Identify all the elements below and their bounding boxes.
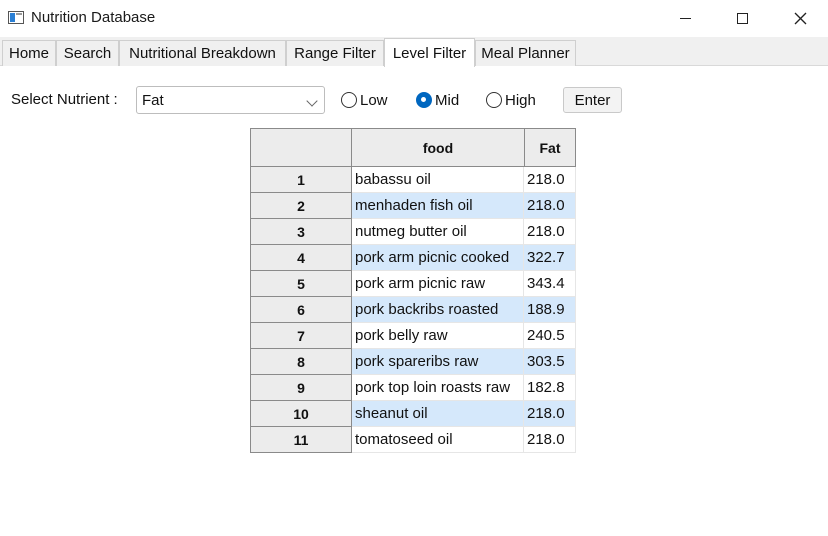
value-cell[interactable]: 303.5 bbox=[524, 349, 576, 375]
row-index-cell: 8 bbox=[250, 349, 352, 375]
nutrient-dropdown[interactable]: Fat bbox=[136, 86, 325, 114]
food-cell[interactable]: pork arm picnic raw bbox=[352, 271, 524, 297]
app-window-icon bbox=[8, 11, 24, 24]
food-cell[interactable]: sheanut oil bbox=[352, 401, 524, 427]
value-cell[interactable]: 218.0 bbox=[524, 427, 576, 453]
maximize-button[interactable] bbox=[713, 0, 771, 37]
radio-high[interactable]: High bbox=[486, 90, 536, 110]
food-cell[interactable]: nutmeg butter oil bbox=[352, 219, 524, 245]
value-cell[interactable]: 240.5 bbox=[524, 323, 576, 349]
radio-high-label: High bbox=[505, 91, 536, 109]
table-row[interactable]: 5 pork arm picnic raw 343.4 bbox=[250, 271, 576, 297]
table-row[interactable]: 7 pork belly raw 240.5 bbox=[250, 323, 576, 349]
row-index-cell: 6 bbox=[250, 297, 352, 323]
value-cell[interactable]: 218.0 bbox=[524, 193, 576, 219]
row-index-cell: 7 bbox=[250, 323, 352, 349]
title-bar: Nutrition Database bbox=[0, 0, 828, 37]
close-icon bbox=[794, 12, 806, 25]
close-button[interactable] bbox=[771, 0, 828, 37]
food-cell[interactable]: menhaden fish oil bbox=[352, 193, 524, 219]
value-cell[interactable]: 322.7 bbox=[524, 245, 576, 271]
tab-nutritional-breakdown[interactable]: Nutritional Breakdown bbox=[119, 40, 286, 66]
row-index-cell: 4 bbox=[250, 245, 352, 271]
column-header-value[interactable]: Fat bbox=[524, 128, 576, 167]
table-row[interactable]: 1 babassu oil 218.0 bbox=[250, 167, 576, 193]
radio-circle-icon bbox=[416, 92, 432, 108]
table-row[interactable]: 8 pork spareribs raw 303.5 bbox=[250, 349, 576, 375]
tab-level-filter[interactable]: Level Filter bbox=[384, 38, 475, 67]
tab-meal-planner[interactable]: Meal Planner bbox=[475, 40, 576, 66]
radio-low-label: Low bbox=[360, 91, 388, 109]
table-row[interactable]: 9 pork top loin roasts raw 182.8 bbox=[250, 375, 576, 401]
value-cell[interactable]: 188.9 bbox=[524, 297, 576, 323]
select-nutrient-label: Select Nutrient : bbox=[11, 91, 118, 108]
row-index-cell: 1 bbox=[250, 167, 352, 193]
food-cell[interactable]: pork top loin roasts raw bbox=[352, 375, 524, 401]
value-cell[interactable]: 218.0 bbox=[524, 219, 576, 245]
window-title: Nutrition Database bbox=[31, 9, 156, 26]
enter-button[interactable]: Enter bbox=[563, 87, 622, 113]
column-header-food[interactable]: food bbox=[351, 128, 525, 167]
table-row[interactable]: 10 sheanut oil 218.0 bbox=[250, 401, 576, 427]
food-cell[interactable]: pork spareribs raw bbox=[352, 349, 524, 375]
table-row[interactable]: 2 menhaden fish oil 218.0 bbox=[250, 193, 576, 219]
maximize-icon bbox=[736, 13, 748, 24]
row-index-cell: 2 bbox=[250, 193, 352, 219]
minimize-icon bbox=[679, 18, 691, 19]
radio-circle-icon bbox=[486, 92, 502, 108]
table-row[interactable]: 3 nutmeg butter oil 218.0 bbox=[250, 219, 576, 245]
level-filter-panel: Select Nutrient : Fat Low Mid High Enter… bbox=[0, 66, 828, 536]
food-cell[interactable]: pork belly raw bbox=[352, 323, 524, 349]
corner-header-cell bbox=[250, 128, 352, 167]
row-index-cell: 5 bbox=[250, 271, 352, 297]
row-index-cell: 3 bbox=[250, 219, 352, 245]
chevron-down-icon bbox=[306, 95, 318, 107]
table-row[interactable]: 11 tomatoseed oil 218.0 bbox=[250, 427, 576, 453]
tab-home[interactable]: Home bbox=[2, 40, 56, 66]
radio-circle-icon bbox=[341, 92, 357, 108]
row-index-cell: 9 bbox=[250, 375, 352, 401]
table-row[interactable]: 4 pork arm picnic cooked 322.7 bbox=[250, 245, 576, 271]
value-cell[interactable]: 343.4 bbox=[524, 271, 576, 297]
food-cell[interactable]: pork arm picnic cooked bbox=[352, 245, 524, 271]
food-cell[interactable]: babassu oil bbox=[352, 167, 524, 193]
nutrient-dropdown-value: Fat bbox=[142, 92, 164, 109]
table-row[interactable]: 6 pork backribs roasted 188.9 bbox=[250, 297, 576, 323]
radio-mid[interactable]: Mid bbox=[416, 90, 459, 110]
minimize-button[interactable] bbox=[656, 0, 714, 37]
value-cell[interactable]: 218.0 bbox=[524, 167, 576, 193]
tab-bar: Home Search Nutritional Breakdown Range … bbox=[0, 37, 828, 67]
value-cell[interactable]: 182.8 bbox=[524, 375, 576, 401]
food-cell[interactable]: pork backribs roasted bbox=[352, 297, 524, 323]
tab-range-filter[interactable]: Range Filter bbox=[286, 40, 384, 66]
row-index-cell: 10 bbox=[250, 401, 352, 427]
food-cell[interactable]: tomatoseed oil bbox=[352, 427, 524, 453]
tab-search[interactable]: Search bbox=[56, 40, 119, 66]
radio-low[interactable]: Low bbox=[341, 90, 388, 110]
row-index-cell: 11 bbox=[250, 427, 352, 453]
value-cell[interactable]: 218.0 bbox=[524, 401, 576, 427]
radio-mid-label: Mid bbox=[435, 91, 460, 109]
